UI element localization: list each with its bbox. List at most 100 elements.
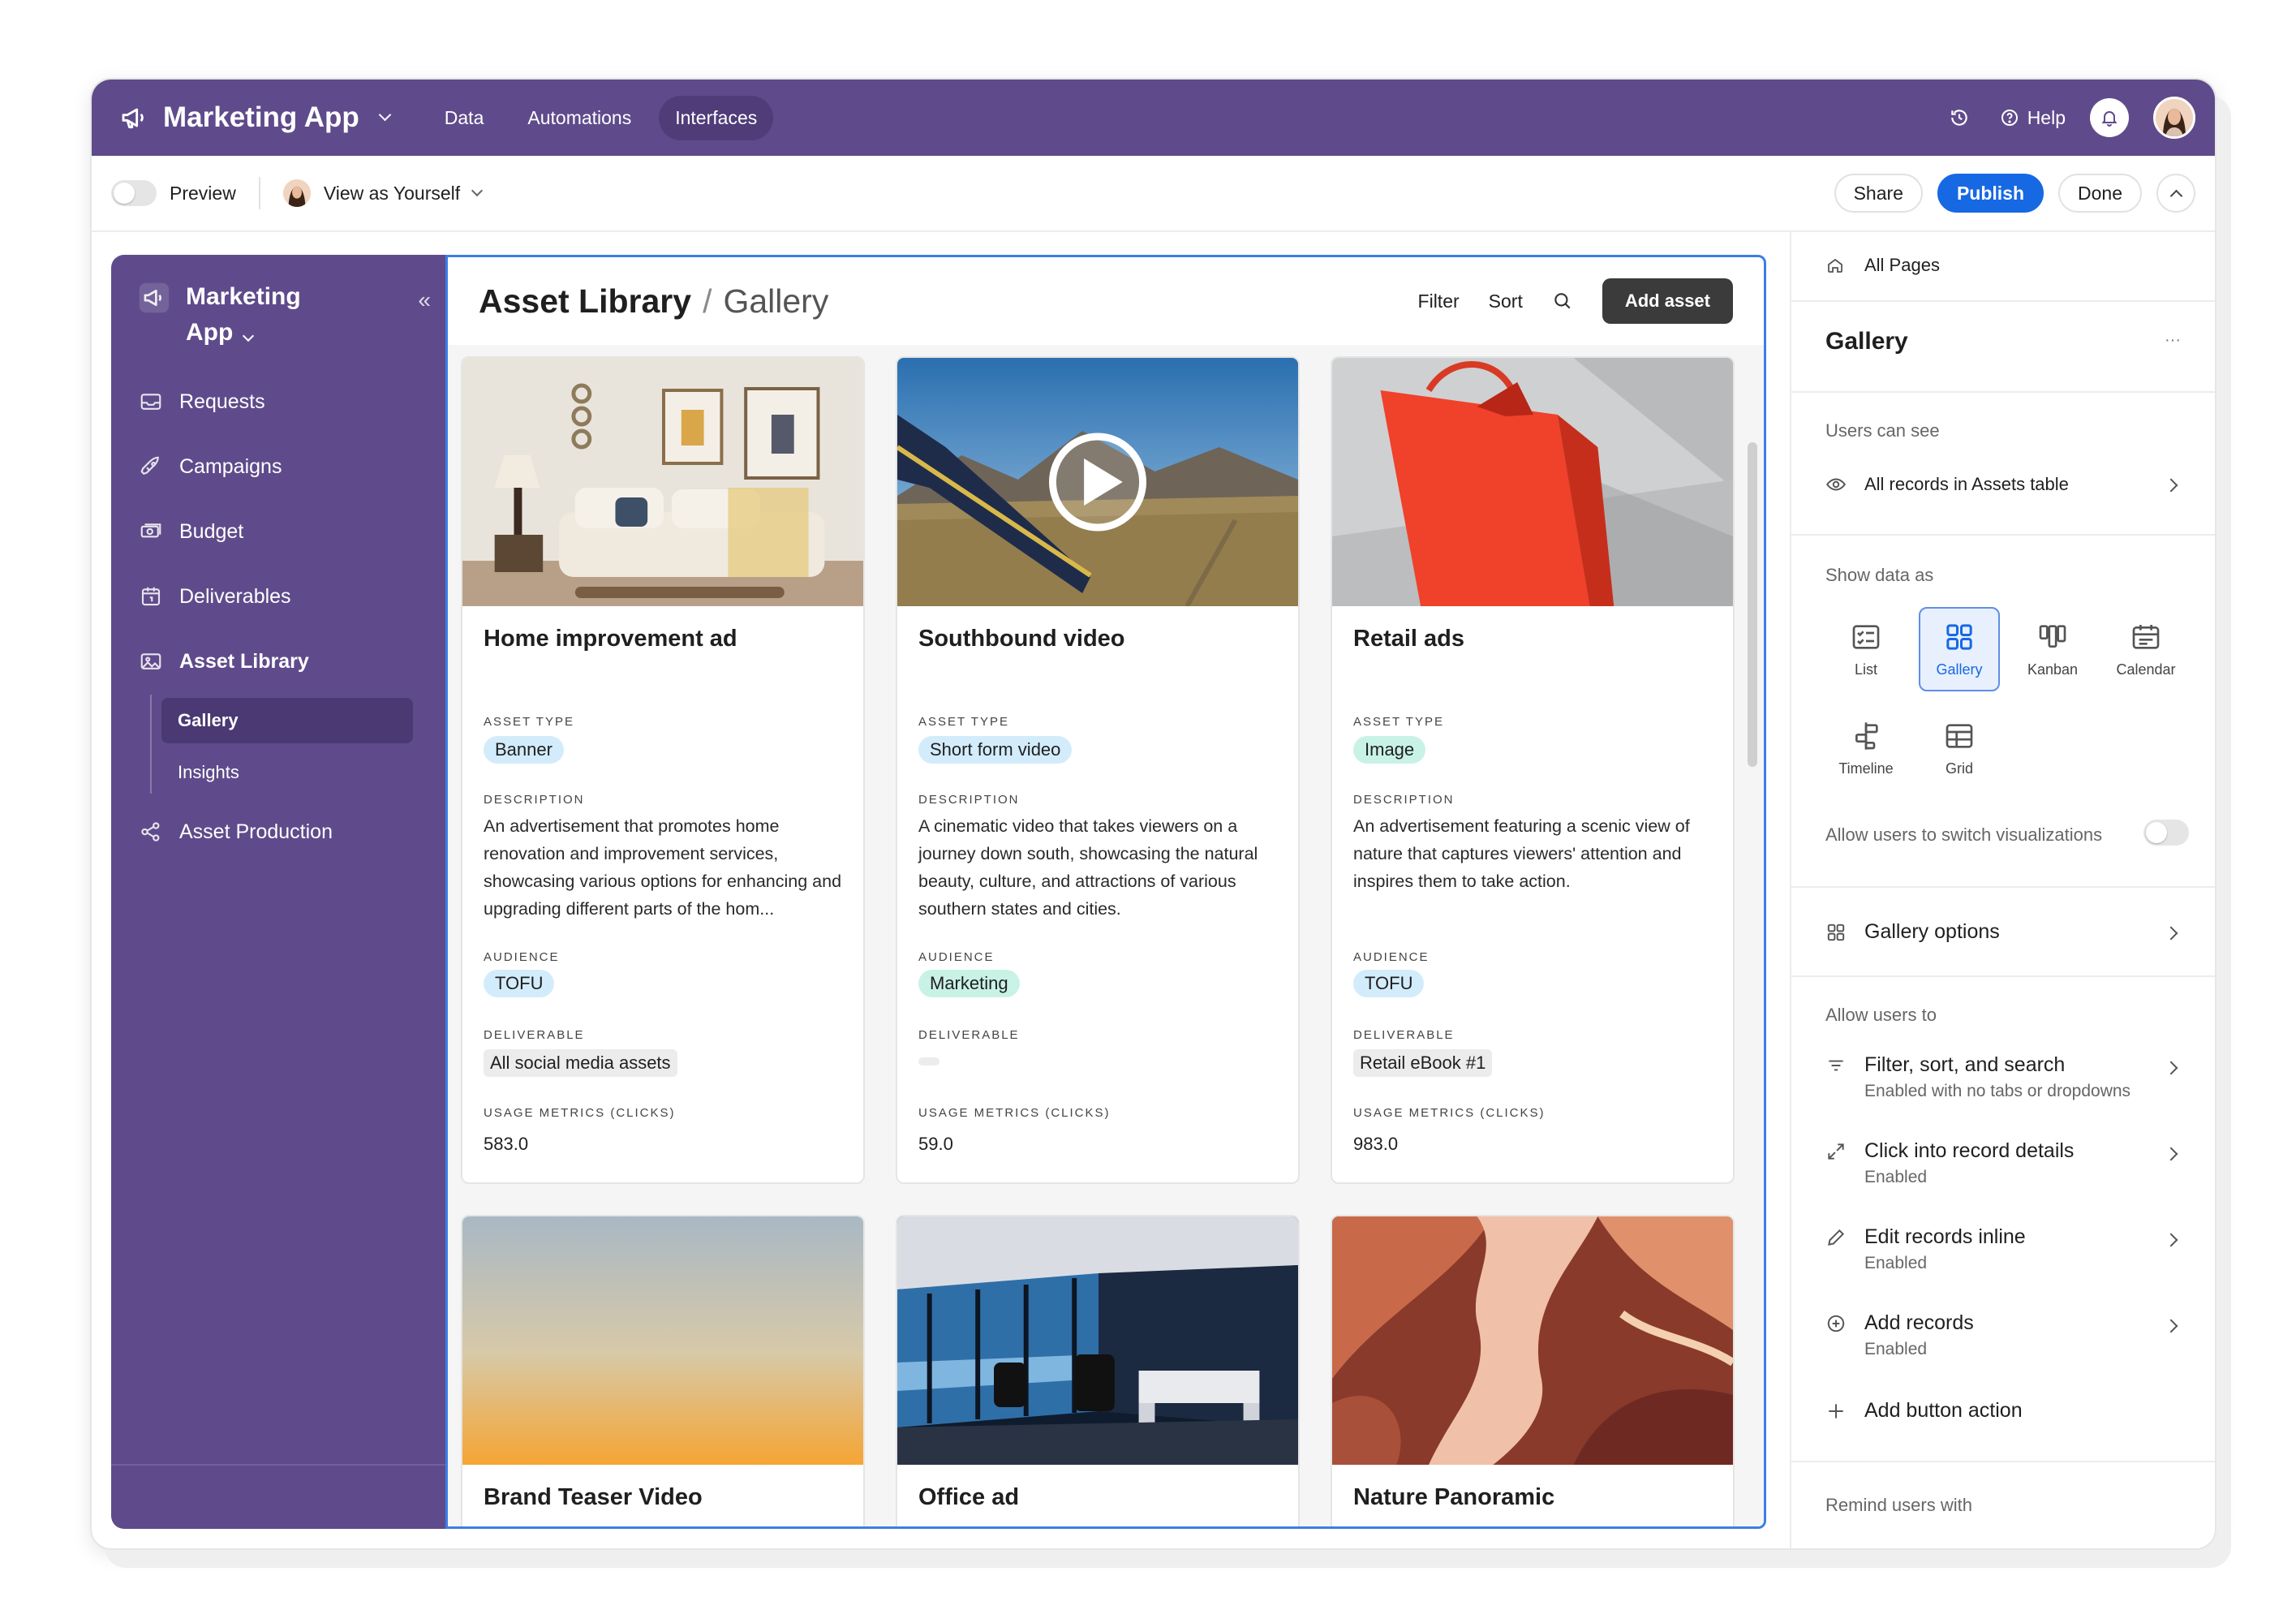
app-switcher[interactable]: Marketing App [119,101,392,134]
allow-switch-toggle[interactable] [2143,820,2189,846]
sidebar-item-label: Campaigns [179,454,282,478]
breadcrumb-separator: / [703,282,712,320]
gallery-card[interactable]: Retail ads ASSET TYPE Image DESCRIPTION … [1331,356,1735,1184]
chevron-down-icon [243,329,255,342]
card-title: Retail ads [1353,626,1464,652]
add-asset-button[interactable]: Add asset [1602,278,1733,324]
viz-option-grid[interactable]: Grid [1919,706,2000,790]
sidebar-item-deliverables[interactable]: Deliverables [139,584,291,609]
field-label-deliverable: DELIVERABLE [1353,1028,1455,1042]
preview-toggle[interactable] [111,180,157,206]
card-title: Brand Teaser Video [484,1484,703,1510]
sidebar-item-asset-library[interactable]: Asset Library [139,649,309,674]
share-button[interactable]: Share [1834,174,1923,213]
asset-type-tag: Short form video [918,736,1073,764]
notifications-button[interactable] [2090,98,2129,137]
option-edit-inline[interactable]: Edit records inline Enabled [1825,1225,2182,1273]
sidebar-item-asset-production[interactable]: Asset Production [139,820,333,844]
viz-label: Gallery [1936,661,1983,678]
gallery-card[interactable]: Office ad [896,1215,1300,1526]
all-pages-link[interactable]: All Pages [1825,255,1940,276]
grid-icon [1946,723,1973,748]
gallery-card[interactable]: Home improvement ad ASSET TYPE Banner DE… [461,356,865,1184]
audience-tag: TOFU [484,970,555,997]
search-icon[interactable] [1552,291,1573,312]
record-source-selector[interactable]: All records in Assets table [1825,474,2182,495]
field-label-asset-type: ASSET TYPE [918,715,1009,729]
sidebar-item-label: Asset Production [179,820,333,843]
sidebar-subitem-gallery[interactable]: Gallery [161,698,413,743]
viz-option-calendar[interactable]: Calendar [2105,607,2186,691]
sidebar-item-label: Budget [179,519,244,543]
avatar [282,179,311,207]
view-as-selector[interactable]: View as Yourself [282,179,484,207]
sidebar-item-requests[interactable]: Requests [139,390,265,414]
option-filter-sort-search[interactable]: Filter, sort, and search Enabled with no… [1825,1053,2182,1101]
list-icon [1852,624,1880,649]
field-label-usage: USAGE METRICS (CLICKS) [484,1106,676,1120]
allow-switch-label: Allow users to switch visualizations [1825,824,2103,845]
card-thumbnail-office [897,1216,1298,1465]
done-button[interactable]: Done [2058,174,2142,213]
gallery-icon [1827,923,1845,941]
viz-label: Timeline [1838,760,1894,777]
tab-automations[interactable]: Automations [511,96,647,140]
option-status: Enabled [1864,1254,1928,1272]
viz-label: Kanban [2027,661,2079,678]
app-title: Marketing App [163,101,359,133]
option-record-details[interactable]: Click into record details Enabled [1825,1139,2182,1187]
viz-option-kanban[interactable]: Kanban [2012,607,2093,691]
filter-button[interactable]: Filter [1418,291,1460,312]
publish-button[interactable]: Publish [1937,174,2044,213]
megaphone-icon [122,108,144,129]
tab-interfaces[interactable]: Interfaces [659,95,774,140]
gallery-card[interactable]: Southbound video ASSET TYPE Short form v… [896,356,1300,1184]
image-icon [140,653,161,669]
sort-button[interactable]: Sort [1489,291,1523,312]
properties-panel: All Pages Gallery ··· Users can see All … [1790,232,2215,1548]
option-status: Enabled [1864,1168,1928,1186]
tab-data[interactable]: Data [428,96,501,140]
sidebar-item-budget[interactable]: Budget [139,519,243,544]
divider [111,1464,445,1466]
history-icon[interactable] [1943,101,1976,134]
user-avatar[interactable] [2153,97,2195,139]
viz-option-timeline[interactable]: Timeline [1825,706,1907,790]
breadcrumb-parent[interactable]: Asset Library [479,282,691,321]
card-description: A cinematic video that takes viewers on … [918,816,1258,919]
gallery-card[interactable]: Brand Teaser Video [461,1215,865,1526]
viz-option-list[interactable]: List [1825,607,1907,691]
money-icon [140,523,161,538]
gallery-options-row[interactable]: Gallery options [1825,920,2000,944]
card-title: Nature Panoramic [1353,1484,1555,1510]
card-title: Office ad [918,1484,1020,1510]
add-button-action[interactable]: Add button action [1825,1399,2023,1423]
viz-label: List [1854,661,1877,678]
field-label-usage: USAGE METRICS (CLICKS) [918,1106,1111,1120]
sidebar-app-title[interactable]: Marketing App [186,279,348,351]
collapse-sidebar-icon[interactable]: « [418,287,431,313]
editor-toolbar: Preview View as Yourself Share Publish D… [92,156,2215,232]
chevron-up-icon [2169,189,2182,202]
scrollbar[interactable] [1748,442,1757,767]
field-label-description: DESCRIPTION [918,793,1020,807]
card-thumbnail-red-bag [1332,358,1733,606]
more-options-icon[interactable]: ··· [2165,331,2181,350]
top-bar: Marketing App Data Automations Interface… [92,80,2215,156]
sidebar-subitem-insights[interactable]: Insights [161,750,413,795]
option-title: Add records [1864,1311,1974,1334]
divider [1791,391,2215,393]
help-button[interactable]: Help [2000,107,2066,129]
viz-option-gallery[interactable]: Gallery [1919,607,2000,691]
gallery-card[interactable]: Nature Panoramic [1331,1215,1735,1526]
option-add-records[interactable]: Add records Enabled [1825,1311,2182,1359]
sidebar-item-campaigns[interactable]: Campaigns [139,454,282,479]
card-description: An advertisement featuring a scenic view… [1353,816,1690,891]
option-title: Filter, sort, and search [1864,1053,2066,1076]
sidebar-item-label: Deliverables [179,584,291,608]
collapse-toolbar-button[interactable] [2156,174,2195,213]
divider [1791,886,2215,888]
sidebar-header: Marketing App « [139,279,431,351]
sidebar-item-label: Asset Library [179,649,309,673]
all-pages-label: All Pages [1864,255,1940,275]
